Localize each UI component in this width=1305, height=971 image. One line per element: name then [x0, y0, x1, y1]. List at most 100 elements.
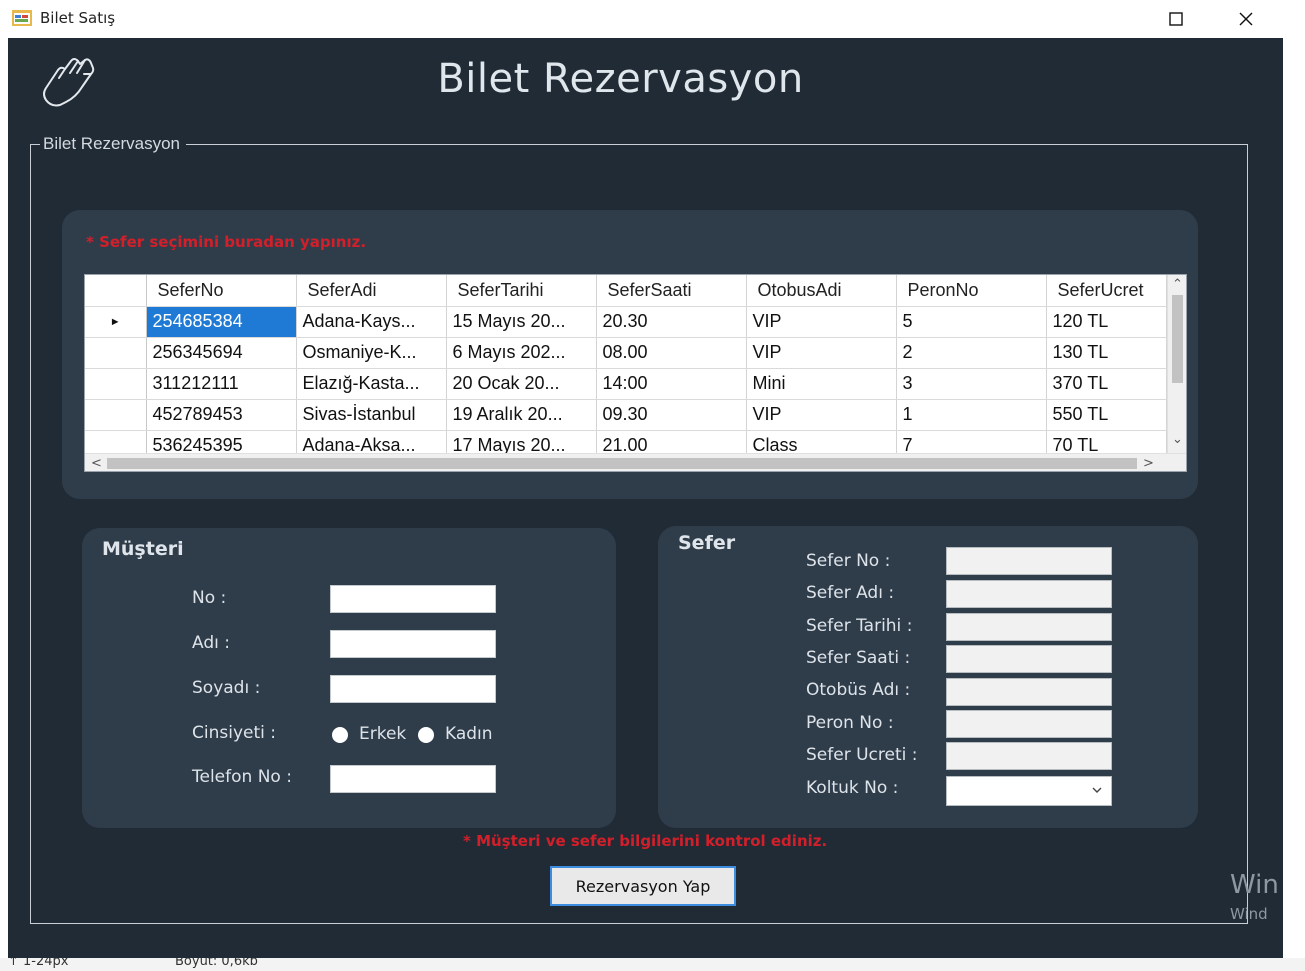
- table-cell[interactable]: 2: [896, 337, 1047, 369]
- status-left-text: ↑ 1-24px: [8, 958, 69, 969]
- trip-date-field[interactable]: [946, 613, 1112, 641]
- scroll-right-icon[interactable]: >: [1143, 457, 1154, 470]
- trip-no-field[interactable]: [946, 547, 1112, 575]
- table-cell[interactable]: 15 Mayıs 20...: [446, 306, 597, 338]
- table-cell[interactable]: 1: [896, 399, 1047, 431]
- current-row-marker[interactable]: ►: [85, 306, 147, 338]
- scroll-left-icon[interactable]: <: [91, 457, 102, 470]
- table-cell[interactable]: 452789453: [146, 399, 297, 431]
- seat-no-dropdown[interactable]: [946, 776, 1112, 806]
- table-row[interactable]: ► 254685384 Adana-Kays... 15 Mayıs 20...…: [85, 306, 1167, 338]
- gender-female-label[interactable]: Kadın: [445, 724, 493, 744]
- scroll-down-icon[interactable]: ⌄: [1172, 433, 1183, 446]
- table-cell[interactable]: 370 TL: [1046, 368, 1167, 400]
- page-title: Bilet Rezervasyon: [437, 56, 804, 102]
- row-header[interactable]: [85, 399, 147, 431]
- platform-no-field[interactable]: [946, 710, 1112, 738]
- trip-time-field[interactable]: [946, 645, 1112, 673]
- horizontal-scroll-thumb[interactable]: [107, 458, 1137, 469]
- table-cell[interactable]: 6 Mayıs 202...: [446, 337, 597, 369]
- scroll-up-icon[interactable]: ⌃: [1172, 278, 1183, 291]
- table-cell[interactable]: 254685384: [146, 306, 297, 338]
- table-row[interactable]: 452789453 Sivas-İstanbul 19 Aralık 20...…: [85, 399, 1167, 431]
- seat-no-label: Koltuk No :: [806, 778, 899, 798]
- table-cell[interactable]: 256345694: [146, 337, 297, 369]
- table-cell[interactable]: Osmaniye-K...: [296, 337, 447, 369]
- horizontal-scrollbar[interactable]: < >: [85, 453, 1186, 471]
- column-header[interactable]: PeronNo: [896, 275, 1047, 307]
- chevron-down-icon: [1092, 787, 1102, 793]
- status-right-text: Boyut: 0,6kb: [175, 958, 258, 969]
- row-header[interactable]: [85, 337, 147, 369]
- table-cell[interactable]: 311212111: [146, 368, 297, 400]
- customer-name-field[interactable]: [330, 630, 496, 658]
- table-cell[interactable]: Elazığ-Kasta...: [296, 368, 447, 400]
- column-header[interactable]: SeferAdi: [296, 275, 447, 307]
- column-header[interactable]: SeferUcret: [1046, 275, 1167, 307]
- table-cell[interactable]: 130 TL: [1046, 337, 1167, 369]
- customer-name-label: Adı :: [192, 633, 230, 653]
- column-header[interactable]: SeferTarihi: [446, 275, 597, 307]
- table-cell[interactable]: 3: [896, 368, 1047, 400]
- activation-watermark-sub: Wind: [1230, 905, 1268, 923]
- trip-name-label: Sefer Adı :: [806, 583, 895, 603]
- trip-no-label: Sefer No :: [806, 551, 891, 571]
- table-cell[interactable]: Mini: [746, 368, 897, 400]
- trip-price-field[interactable]: [946, 742, 1112, 770]
- table-cell[interactable]: VIP: [746, 306, 897, 338]
- column-header[interactable]: SeferSaati: [596, 275, 747, 307]
- table-row[interactable]: 256345694 Osmaniye-K... 6 Mayıs 202... 0…: [85, 337, 1167, 369]
- bus-name-label: Otobüs Adı :: [806, 680, 911, 700]
- trip-section-title: Sefer: [678, 532, 736, 554]
- table-cell[interactable]: VIP: [746, 399, 897, 431]
- vertical-scrollbar[interactable]: ⌃ ⌄: [1167, 275, 1186, 453]
- check-info-note: * Müşteri ve sefer bilgilerini kontrol e…: [463, 832, 828, 850]
- table-cell[interactable]: 19 Aralık 20...: [446, 399, 597, 431]
- gender-male-radio[interactable]: [332, 727, 348, 743]
- table-cell[interactable]: 08.00: [596, 337, 747, 369]
- close-icon: [1239, 12, 1253, 26]
- gender-male-label[interactable]: Erkek: [359, 724, 406, 744]
- customer-no-field[interactable]: [330, 585, 496, 613]
- table-cell[interactable]: 120 TL: [1046, 306, 1167, 338]
- activation-watermark: Win: [1230, 870, 1279, 900]
- trip-panel: [658, 526, 1198, 828]
- table-cell[interactable]: VIP: [746, 337, 897, 369]
- trips-table: SeferNo SeferAdi SeferTarihi SeferSaati …: [85, 275, 1167, 462]
- row-header-corner: [85, 275, 147, 307]
- table-row[interactable]: 311212111 Elazığ-Kasta... 20 Ocak 20... …: [85, 368, 1167, 400]
- bottom-status-strip: ↑ 1-24px Boyut: 0,6kb: [0, 958, 1305, 971]
- platform-no-label: Peron No :: [806, 713, 894, 733]
- customer-phone-label: Telefon No :: [192, 767, 292, 787]
- row-header[interactable]: [85, 368, 147, 400]
- table-cell[interactable]: 20.30: [596, 306, 747, 338]
- trips-data-grid[interactable]: SeferNo SeferAdi SeferTarihi SeferSaati …: [84, 274, 1187, 472]
- window-titlebar: Bilet Satış: [0, 0, 1305, 38]
- table-header-row: SeferNo SeferAdi SeferTarihi SeferSaati …: [85, 275, 1167, 307]
- trip-date-label: Sefer Tarihi :: [806, 616, 913, 636]
- maximize-icon: [1169, 12, 1183, 26]
- table-cell[interactable]: 14:00: [596, 368, 747, 400]
- app-form-icon: [12, 10, 32, 26]
- column-header[interactable]: OtobusAdi: [746, 275, 897, 307]
- gender-female-radio[interactable]: [418, 727, 434, 743]
- customer-surname-field[interactable]: [330, 675, 496, 703]
- table-cell[interactable]: 550 TL: [1046, 399, 1167, 431]
- maximize-button[interactable]: [1158, 4, 1194, 34]
- close-button[interactable]: [1226, 4, 1266, 34]
- customer-phone-field[interactable]: [330, 765, 496, 793]
- vertical-scroll-thumb[interactable]: [1172, 295, 1183, 383]
- bus-name-field[interactable]: [946, 678, 1112, 706]
- main-form: Bilet Rezervasyon Bilet Rezervasyon * Se…: [8, 38, 1283, 966]
- table-cell[interactable]: 20 Ocak 20...: [446, 368, 597, 400]
- trip-selection-note: * Sefer seçimini buradan yapınız.: [86, 233, 367, 251]
- trip-name-field[interactable]: [946, 580, 1112, 608]
- table-cell[interactable]: 5: [896, 306, 1047, 338]
- table-cell[interactable]: Adana-Kays...: [296, 306, 447, 338]
- make-reservation-button[interactable]: Rezervasyon Yap: [550, 866, 736, 906]
- groupbox-legend: Bilet Rezervasyon: [40, 134, 187, 154]
- table-cell[interactable]: 09.30: [596, 399, 747, 431]
- table-cell[interactable]: Sivas-İstanbul: [296, 399, 447, 431]
- column-header[interactable]: SeferNo: [146, 275, 297, 307]
- customer-gender-label: Cinsiyeti :: [192, 723, 276, 743]
